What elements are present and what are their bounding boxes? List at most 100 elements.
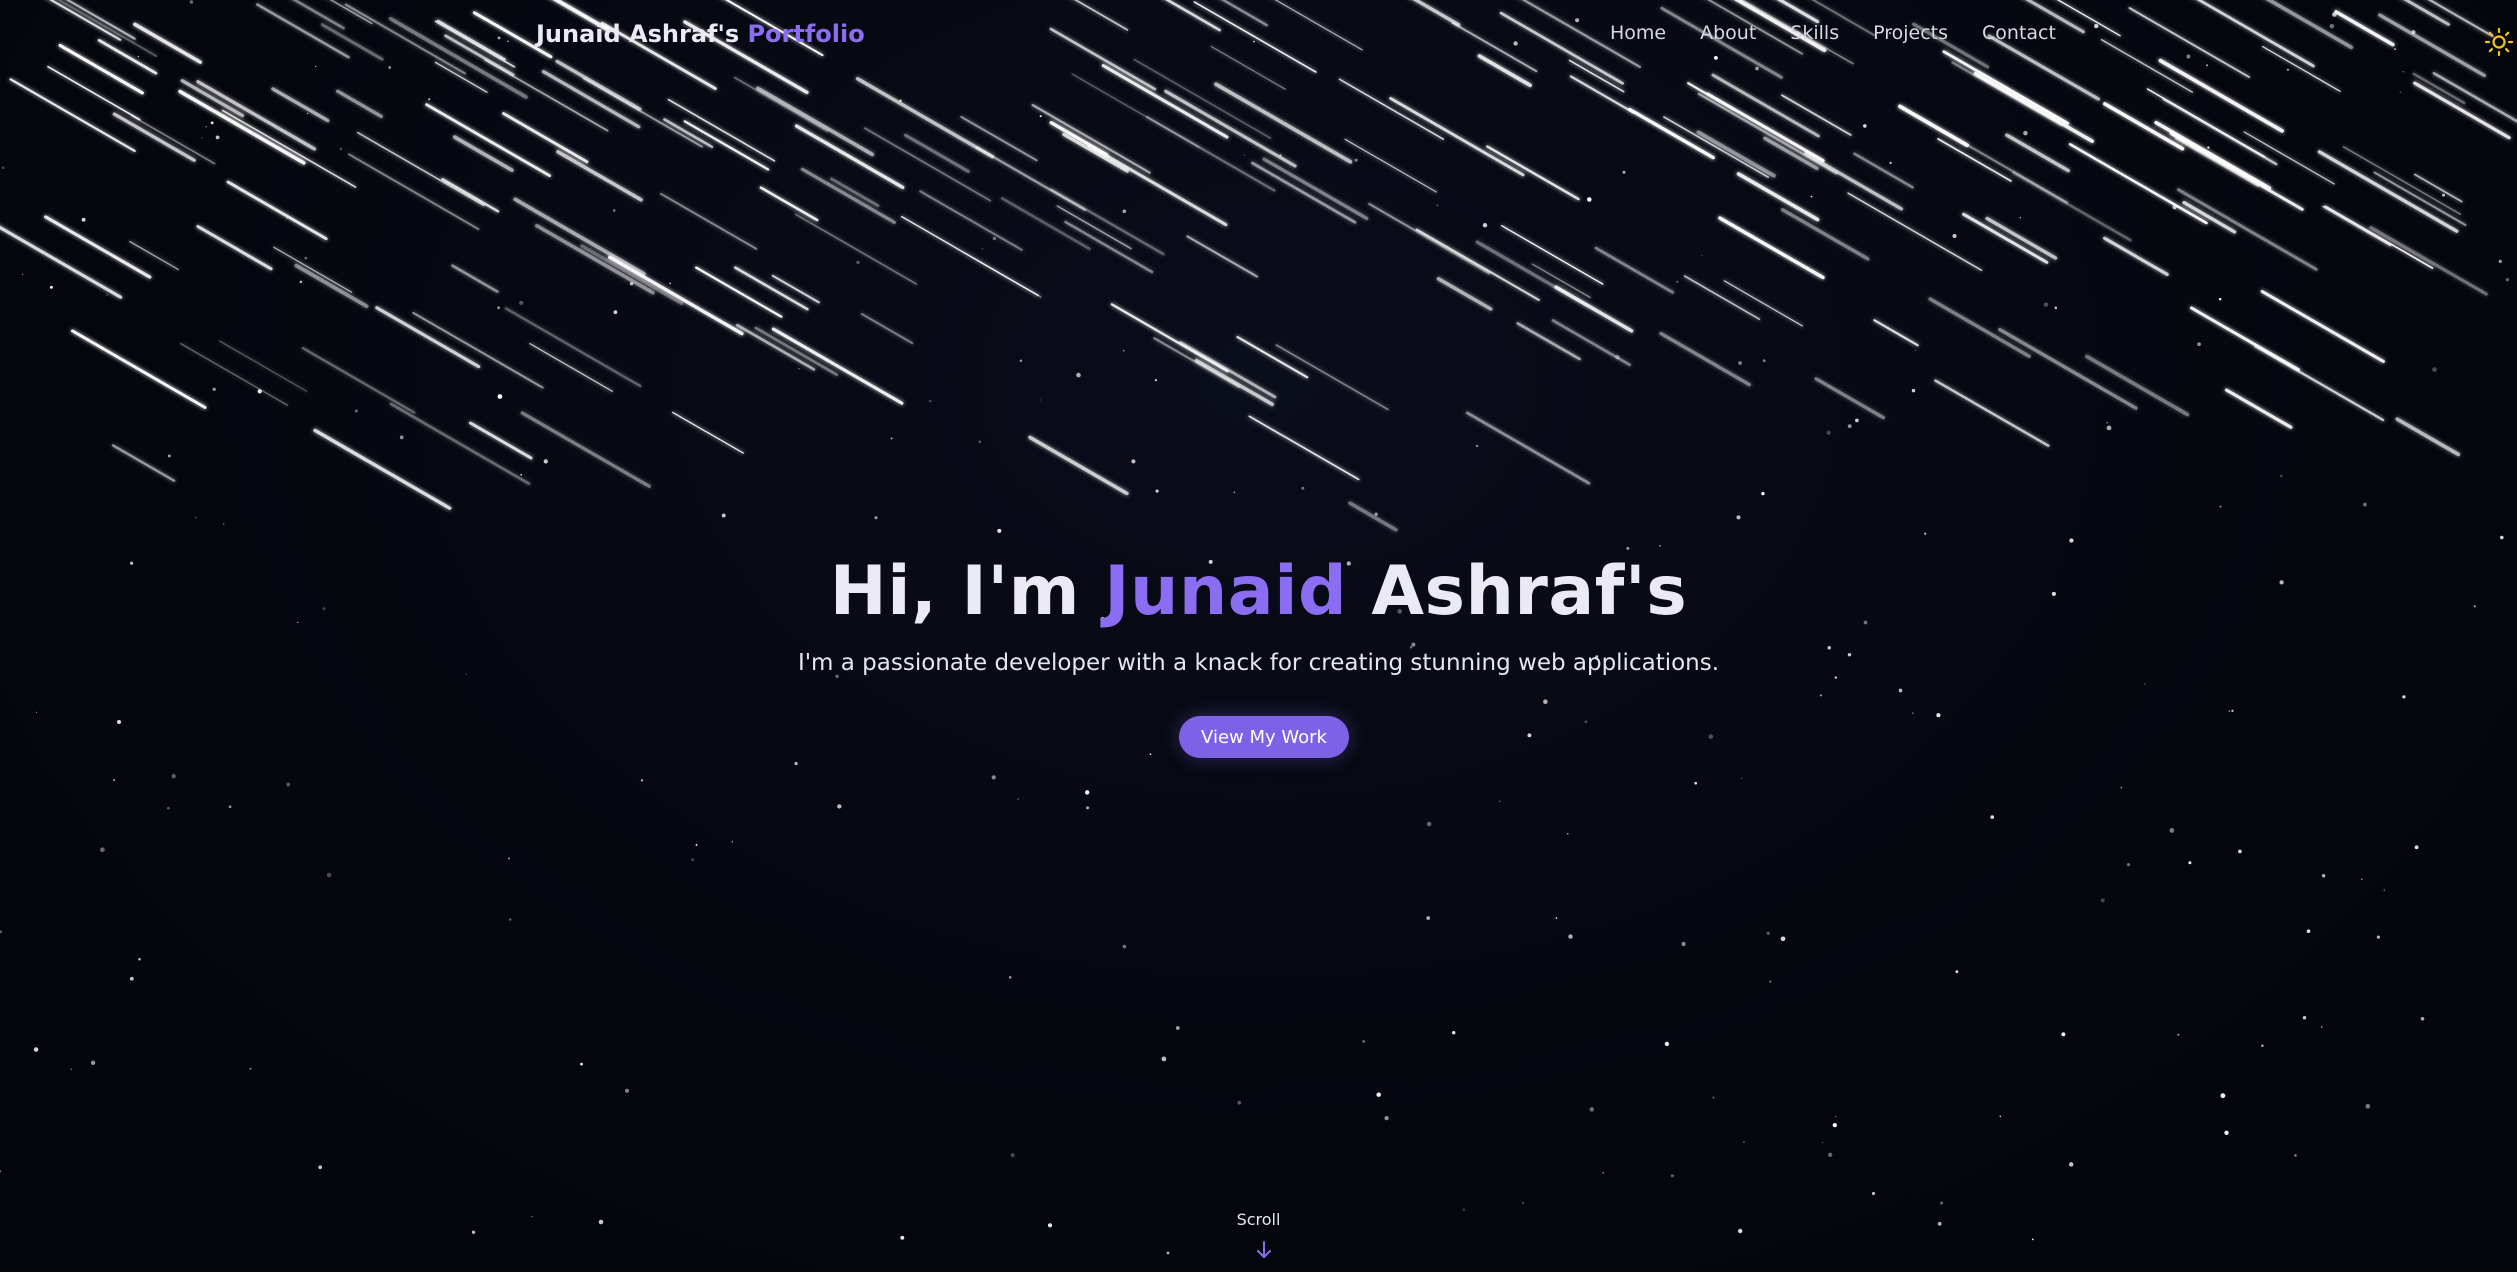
shooting-star xyxy=(1262,157,1369,221)
star xyxy=(1999,1115,2002,1118)
star xyxy=(1834,676,1837,679)
star xyxy=(1659,545,1661,547)
shooting-star xyxy=(513,197,646,276)
shooting-star xyxy=(2413,81,2511,140)
star xyxy=(167,454,171,458)
star xyxy=(2100,898,2105,903)
star xyxy=(1122,349,1125,352)
star xyxy=(1084,790,1090,795)
shooting-star xyxy=(2324,205,2434,269)
shooting-star xyxy=(608,255,744,336)
star xyxy=(1821,1141,1824,1144)
star xyxy=(856,260,860,265)
shooting-star xyxy=(771,274,820,304)
star xyxy=(2061,1032,2066,1037)
shooting-star xyxy=(1194,358,1275,407)
shooting-star xyxy=(860,312,914,345)
star xyxy=(1622,170,1626,174)
shooting-star xyxy=(130,115,216,165)
star xyxy=(640,779,644,782)
nav-link-contact[interactable]: Contact xyxy=(1982,22,2056,44)
star xyxy=(1122,209,1127,214)
star xyxy=(992,236,997,241)
sun-icon[interactable] xyxy=(2484,27,2514,57)
shooting-star xyxy=(1465,411,1591,485)
star xyxy=(612,209,616,212)
shooting-star xyxy=(2243,131,2335,185)
shooting-star xyxy=(1348,501,1398,532)
star xyxy=(49,285,53,289)
star xyxy=(1010,1153,1015,1158)
hero-title: Hi, I'm Junaid Ashraf's xyxy=(0,552,2517,631)
nav-link-projects[interactable]: Projects xyxy=(1873,22,1948,44)
star xyxy=(1019,359,1023,362)
shooting-star xyxy=(2260,289,2385,363)
brand-logo[interactable]: Junaid Ashraf's Portfolio xyxy=(536,20,865,48)
shooting-star xyxy=(273,246,353,293)
star xyxy=(1681,941,1686,947)
star xyxy=(1766,931,1770,935)
nav-link-about[interactable]: About xyxy=(1700,22,1756,44)
star xyxy=(2432,367,2437,372)
star xyxy=(1915,349,1917,351)
star xyxy=(1166,1251,1170,1255)
star xyxy=(399,435,404,440)
star xyxy=(318,1165,323,1170)
star xyxy=(210,121,214,125)
star xyxy=(1411,642,1416,647)
star xyxy=(1475,444,1479,448)
star xyxy=(2220,1093,2226,1099)
star xyxy=(1626,546,1630,550)
star xyxy=(2069,538,2074,543)
star xyxy=(1742,1141,1745,1144)
shooting-star xyxy=(2432,71,2517,123)
shooting-star xyxy=(2322,205,2392,247)
star xyxy=(100,847,105,853)
star xyxy=(2376,935,2380,939)
star xyxy=(35,711,38,713)
star xyxy=(1376,1092,1381,1097)
star xyxy=(81,217,86,222)
shooting-star xyxy=(1064,220,1154,274)
shooting-star xyxy=(1928,297,2031,358)
star xyxy=(731,841,734,843)
star xyxy=(1694,781,1698,785)
star xyxy=(1955,970,1959,974)
shooting-star xyxy=(1804,152,1904,211)
star xyxy=(326,872,332,878)
shooting-star xyxy=(112,112,196,162)
star xyxy=(1521,1202,1524,1204)
star xyxy=(1587,197,1592,202)
shooting-star xyxy=(335,89,384,119)
star xyxy=(1543,699,1548,704)
view-my-work-button[interactable]: View My Work xyxy=(1179,716,1349,758)
shooting-star xyxy=(2176,188,2318,271)
star xyxy=(613,310,618,315)
shooting-star xyxy=(2103,236,2169,276)
star xyxy=(171,773,176,779)
arrow-down-icon[interactable] xyxy=(1252,1240,1276,1260)
star xyxy=(1662,128,1665,131)
shooting-star xyxy=(754,326,839,377)
star xyxy=(1736,515,1741,520)
shooting-star xyxy=(441,177,500,213)
nav-link-skills[interactable]: Skills xyxy=(1790,22,1839,44)
star xyxy=(2144,683,2146,685)
shooting-star xyxy=(733,76,829,133)
star xyxy=(354,409,358,413)
star xyxy=(1149,753,1152,756)
shooting-star xyxy=(794,213,918,285)
star xyxy=(1,166,5,170)
nav-link-home[interactable]: Home xyxy=(1610,22,1666,44)
star xyxy=(1384,1115,1389,1121)
shooting-star xyxy=(47,65,141,121)
shooting-star xyxy=(1062,132,1129,173)
star xyxy=(624,1088,630,1093)
shooting-star xyxy=(271,87,330,123)
shooting-star xyxy=(2068,143,2208,225)
star xyxy=(1155,489,1159,493)
star xyxy=(1086,806,1090,810)
star xyxy=(1567,833,1569,835)
shooting-star xyxy=(504,307,642,388)
star xyxy=(215,135,220,140)
